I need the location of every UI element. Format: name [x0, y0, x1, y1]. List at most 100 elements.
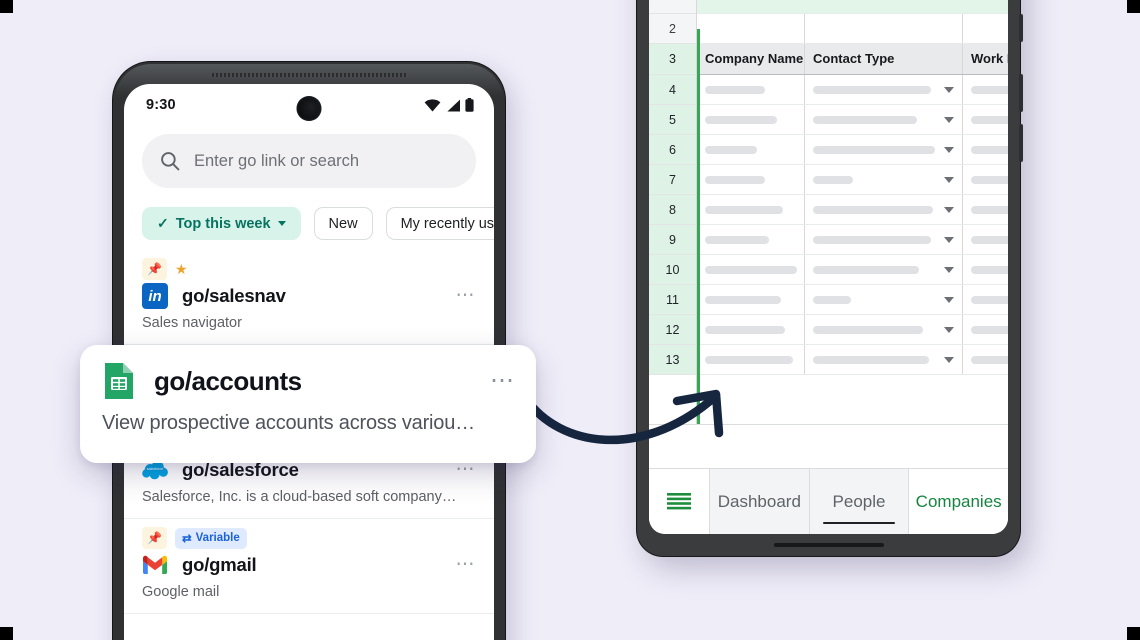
hamburger-menu-icon[interactable] [649, 469, 709, 534]
cell-contact-type[interactable] [805, 75, 963, 104]
cell-contact-type[interactable] [805, 135, 963, 164]
list-item-title: go/salesnav [182, 285, 286, 306]
search-input[interactable]: Enter go link or search [142, 134, 476, 188]
column-header-company-name[interactable]: Company Name [697, 44, 805, 74]
list-item[interactable]: 📌 ⇄ Variable go/gmail ⋯ Google mail [124, 519, 494, 614]
table-row[interactable] [697, 255, 1008, 285]
cell-work-phone[interactable] [963, 75, 1008, 104]
chip-top-this-week[interactable]: ✓ Top this week [142, 207, 301, 240]
placeholder-bar [705, 326, 785, 334]
table-row[interactable] [697, 165, 1008, 195]
table-row[interactable] [697, 135, 1008, 165]
dropdown-arrow-icon[interactable] [944, 177, 954, 183]
sheet-blank-row[interactable] [697, 14, 1008, 44]
cell-company-name[interactable] [697, 105, 805, 134]
cell-company-name[interactable] [697, 315, 805, 344]
row-header-2[interactable]: 2 [649, 14, 696, 44]
dropdown-arrow-icon[interactable] [944, 237, 954, 243]
cell-work-phone[interactable] [963, 195, 1008, 224]
dropdown-arrow-icon[interactable] [944, 357, 954, 363]
row-header-6[interactable]: 6 [649, 135, 696, 165]
dropdown-arrow-icon[interactable] [944, 87, 954, 93]
row-header-7[interactable]: 7 [649, 165, 696, 195]
cell-contact-type[interactable] [805, 285, 963, 314]
table-row[interactable] [697, 225, 1008, 255]
table-row[interactable] [697, 105, 1008, 135]
cell-contact-type[interactable] [805, 225, 963, 254]
row-header-9[interactable]: 9 [649, 225, 696, 255]
column-header-work-phone[interactable]: Work Phone [963, 44, 1008, 74]
cell-contact-type[interactable] [805, 345, 963, 374]
cell-work-phone[interactable] [963, 135, 1008, 164]
cell-work-phone[interactable] [963, 345, 1008, 374]
filter-chip-row[interactable]: ✓ Top this week New My recently used [124, 188, 494, 240]
blank-cell-a2[interactable] [697, 14, 805, 43]
spreadsheet-cells[interactable]: go/accounts Company Name Contact Type [697, 0, 1008, 424]
dropdown-arrow-icon[interactable] [944, 117, 954, 123]
cell-company-name[interactable] [697, 75, 805, 104]
table-row[interactable] [697, 345, 1008, 375]
cell-contact-type[interactable] [805, 165, 963, 194]
row-header-5[interactable]: 5 [649, 105, 696, 135]
cell-work-phone[interactable] [963, 105, 1008, 134]
cell-company-name[interactable] [697, 165, 805, 194]
dropdown-arrow-icon[interactable] [944, 297, 954, 303]
cell-contact-type[interactable] [805, 255, 963, 284]
dropdown-arrow-icon[interactable] [944, 267, 954, 273]
row-header-3[interactable]: 3 [649, 44, 696, 75]
row-header-1[interactable]: 1 [649, 0, 696, 14]
cell-company-name[interactable] [697, 255, 805, 284]
sheet-title-row[interactable]: go/accounts [697, 0, 1008, 14]
cell-work-phone[interactable] [963, 225, 1008, 254]
cell-contact-type[interactable] [805, 315, 963, 344]
dropdown-arrow-icon[interactable] [944, 327, 954, 333]
more-options-icon[interactable]: ⋯ [456, 555, 477, 574]
table-row[interactable] [697, 285, 1008, 315]
row-header-8[interactable]: 8 [649, 195, 696, 225]
more-options-icon[interactable]: ⋯ [490, 369, 516, 393]
row-header-10[interactable]: 10 [649, 255, 696, 285]
cell-company-name[interactable] [697, 285, 805, 314]
more-options-icon[interactable]: ⋯ [456, 460, 477, 479]
column-header-contact-type[interactable]: Contact Type [805, 44, 963, 74]
table-row[interactable] [697, 315, 1008, 345]
row-header-11[interactable]: 11 [649, 285, 696, 315]
list-item[interactable]: 📌 ★ in go/salesnav ⋯ Sales navigator [124, 250, 494, 345]
status-bar-icons [424, 98, 474, 112]
placeholder-bar [971, 206, 1008, 214]
cell-company-name[interactable] [697, 195, 805, 224]
go-link-detail-card[interactable]: go/accounts ⋯ View prospective accounts … [80, 345, 536, 463]
blank-cell-c2[interactable] [963, 14, 1008, 43]
nav-tab-dashboard[interactable]: Dashboard [709, 469, 809, 534]
cell-contact-type[interactable] [805, 195, 963, 224]
tablet-power-button[interactable] [1019, 14, 1023, 42]
table-row[interactable] [697, 195, 1008, 225]
cell-work-phone[interactable] [963, 315, 1008, 344]
placeholder-bar [705, 296, 781, 304]
nav-tab-people[interactable]: People [808, 469, 909, 534]
chip-new[interactable]: New [313, 207, 373, 240]
tablet-volume-down-button[interactable] [1019, 124, 1023, 162]
blank-cell-b2[interactable] [805, 14, 963, 43]
cell-company-name[interactable] [697, 135, 805, 164]
cell-work-phone[interactable] [963, 285, 1008, 314]
cell-work-phone[interactable] [963, 165, 1008, 194]
cell-company-name[interactable] [697, 225, 805, 254]
placeholder-bar [813, 146, 935, 154]
dropdown-arrow-icon[interactable] [944, 147, 954, 153]
placeholder-bar [705, 86, 765, 94]
cell-work-phone[interactable] [963, 255, 1008, 284]
cell-contact-type[interactable] [805, 105, 963, 134]
spreadsheet-data-rows[interactable] [697, 75, 1008, 375]
row-header-12[interactable]: 12 [649, 315, 696, 345]
table-row[interactable] [697, 75, 1008, 105]
nav-tab-companies[interactable]: Companies [908, 469, 1008, 534]
tablet-volume-up-button[interactable] [1019, 74, 1023, 112]
row-header-13[interactable]: 13 [649, 345, 696, 375]
spreadsheet-grid[interactable]: 1 2 3 4 5 6 7 8 9 10 11 12 13 [649, 0, 1008, 424]
row-header-4[interactable]: 4 [649, 75, 696, 105]
more-options-icon[interactable]: ⋯ [456, 286, 477, 305]
dropdown-arrow-icon[interactable] [944, 207, 954, 213]
chip-my-recently-used[interactable]: My recently used [385, 207, 494, 240]
cell-company-name[interactable] [697, 345, 805, 374]
